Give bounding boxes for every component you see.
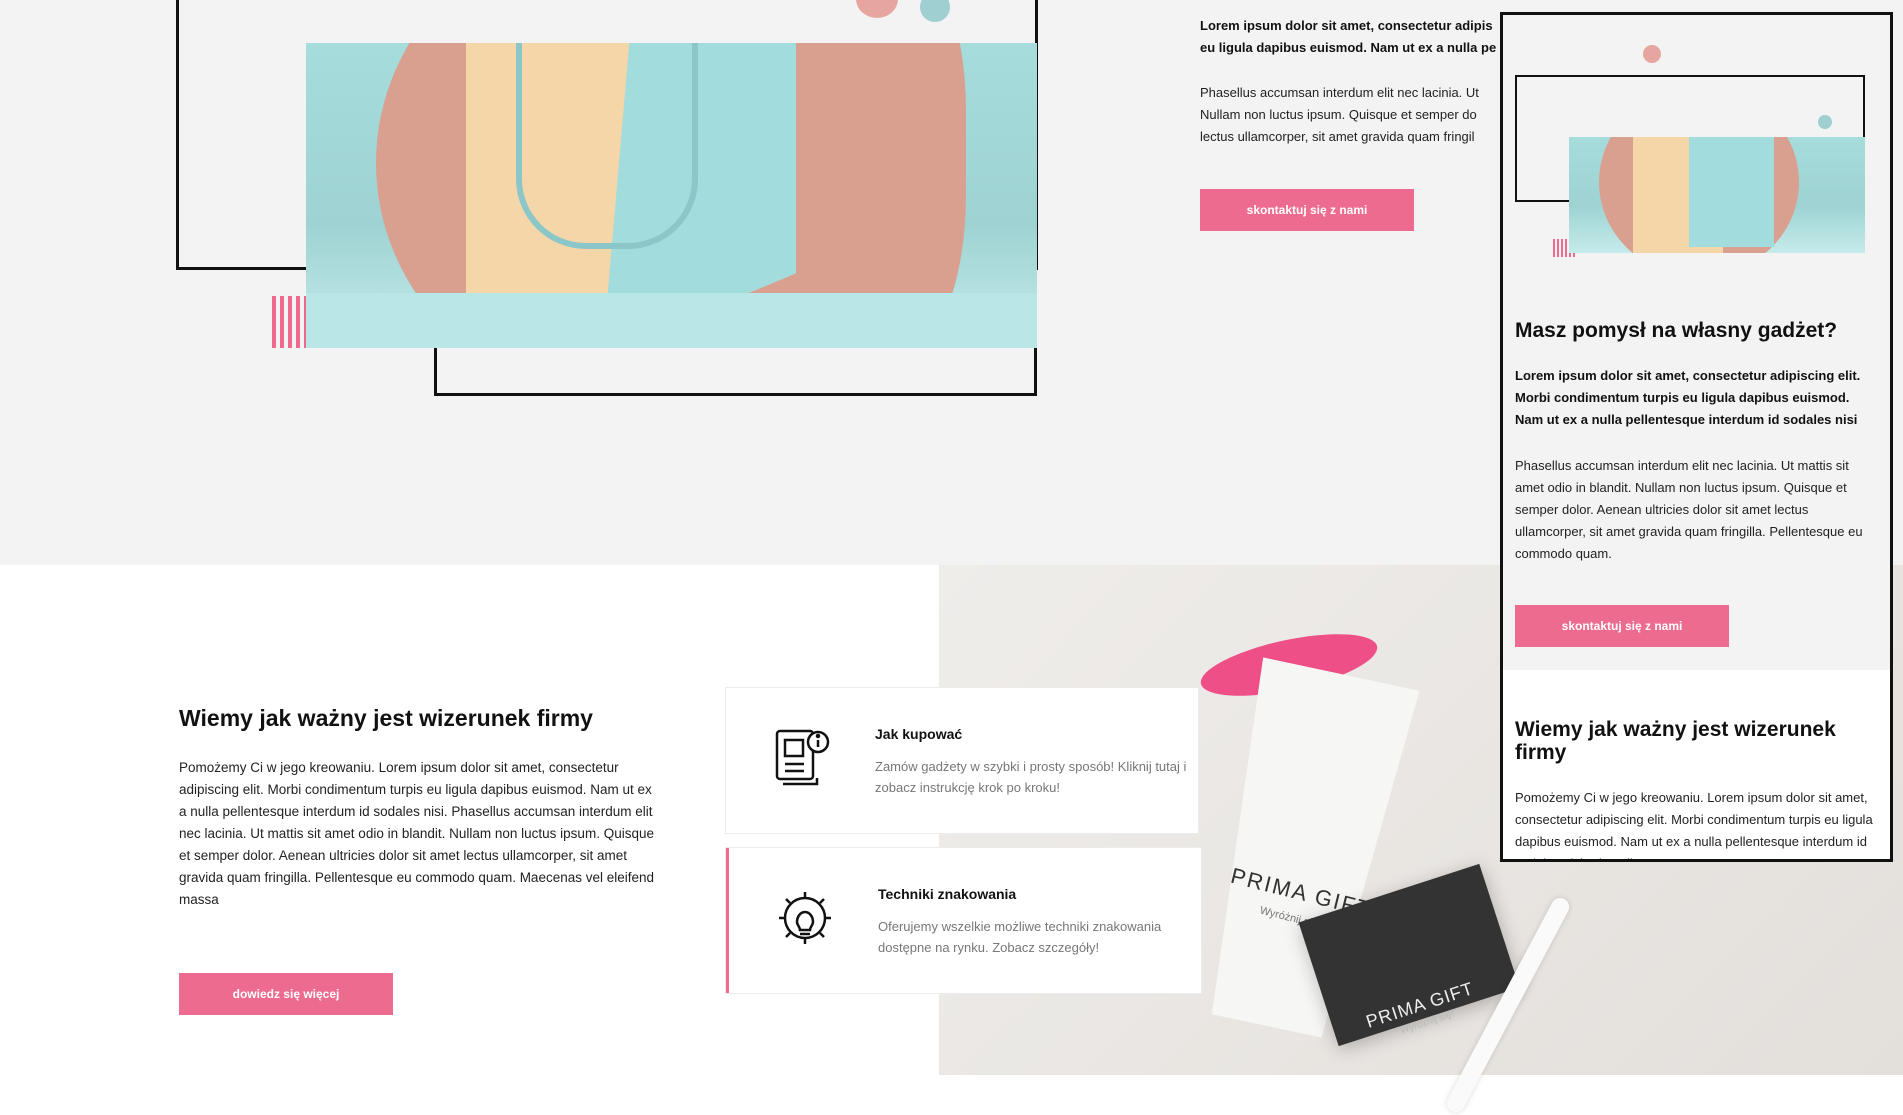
card-text: Oferujemy wszelkie możliwe techniki znak… — [878, 919, 1162, 955]
info-card-how-to-buy[interactable]: Jak kupować Zamów gadżety w szybki i pro… — [726, 688, 1198, 833]
mobile-para: Phasellus accumsan interdum elit nec lac… — [1515, 458, 1863, 561]
mobile-shopping-bag-image — [1569, 137, 1865, 253]
mobile-heading-2: Wiemy jak ważny jest wizerunek firmy — [1515, 718, 1836, 764]
brand-body: Pomożemy Ci w jego kreowaniu. Lorem ipsu… — [179, 760, 655, 907]
mobile-heading: Masz pomysł na własny gadżet? — [1515, 319, 1838, 342]
brand-title: Wiemy jak ważny jest wizerunek firmy — [179, 705, 593, 731]
mobile-lead: Lorem ipsum dolor sit amet, consectetur … — [1515, 368, 1861, 427]
mobile-hero: Masz pomysł na własny gadżet? Lorem ipsu… — [1503, 15, 1890, 670]
hero-lead-line1: Lorem ipsum dolor sit amet, consectetur … — [1200, 18, 1493, 33]
gear-bulb-icon — [775, 888, 835, 950]
hero-para-line2: Nullam non luctus ipsum. Quisque et semp… — [1200, 107, 1477, 122]
card-title: Jak kupować — [875, 726, 963, 742]
shopping-bag-image — [306, 43, 1037, 348]
mobile-preview: Masz pomysł na własny gadżet? Lorem ipsu… — [1500, 12, 1893, 862]
hero-para-line1: Phasellus accumsan interdum elit nec lac… — [1200, 85, 1479, 100]
card-title: Techniki znakowania — [878, 886, 1017, 902]
hero-para-line3: lectus ullamcorper, sit amet gravida qua… — [1200, 129, 1475, 144]
mobile-body-2: Pomożemy Ci w jego kreowaniu. Lorem ipsu… — [1515, 790, 1873, 859]
hero-lead-line2: eu ligula dapibus euismod. Nam ut ex a n… — [1200, 40, 1497, 55]
mobile-contact-button[interactable]: skontaktuj się z nami — [1515, 605, 1729, 647]
learn-more-button[interactable]: dowiedz się więcej — [179, 973, 393, 1015]
card-text: Zamów gadżety w szybki i prosty sposób! … — [875, 759, 1187, 795]
info-card-branding[interactable]: Techniki znakowania Oferujemy wszelkie m… — [726, 848, 1201, 993]
contact-us-button[interactable]: skontaktuj się z nami — [1200, 189, 1414, 231]
document-info-icon — [774, 728, 830, 788]
